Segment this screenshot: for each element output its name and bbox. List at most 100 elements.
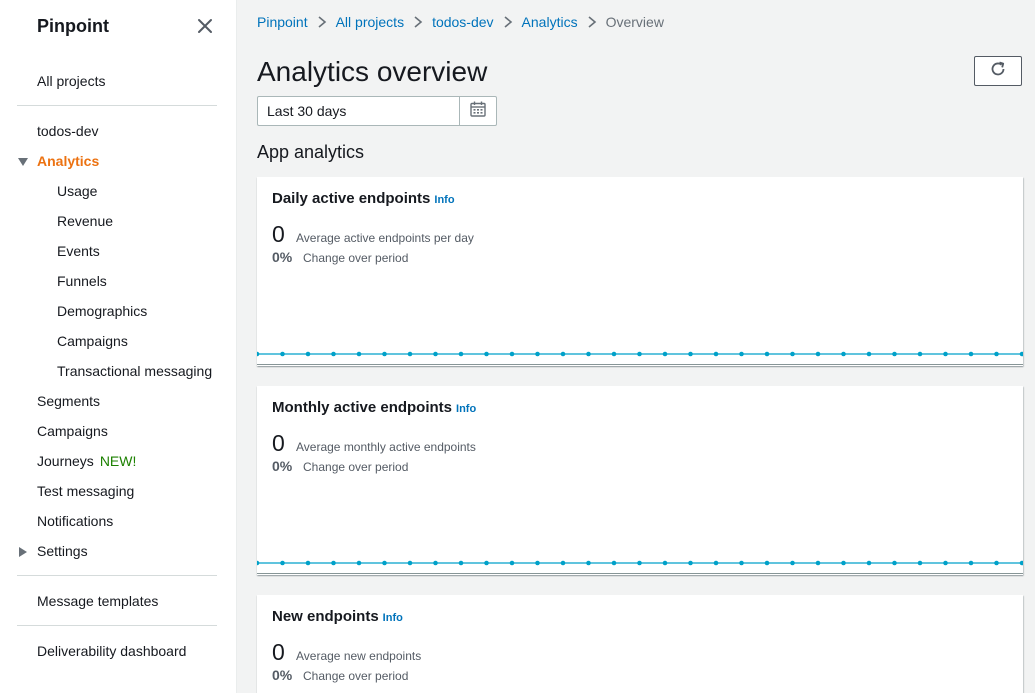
chart-point [280, 560, 285, 566]
chevron-right-icon [578, 12, 606, 32]
metric-value: 0 [272, 430, 285, 456]
chart-point [509, 560, 515, 566]
nav-segments[interactable]: Segments [37, 391, 100, 411]
chart-point [662, 560, 668, 566]
nav-funnels[interactable]: Funnels [57, 271, 107, 291]
nav-events[interactable]: Events [57, 241, 100, 261]
nav-revenue[interactable]: Revenue [57, 211, 113, 231]
chart-point [280, 351, 285, 357]
info-link[interactable]: Info [383, 612, 403, 624]
breadcrumb-overview: Overview [605, 14, 664, 30]
metric-change: 0% [272, 249, 293, 265]
nav-journeys[interactable]: Journeys NEW! [37, 451, 136, 471]
nav-notifications[interactable]: Notifications [37, 511, 113, 531]
nav-campaigns[interactable]: Campaigns [37, 421, 108, 441]
chart-point [637, 560, 642, 566]
info-link[interactable]: Info [434, 194, 454, 206]
nav-demographics[interactable]: Demographics [57, 301, 147, 321]
chart-point [662, 351, 668, 357]
nav-journeys-label: Journeys [37, 453, 94, 469]
sidebar-divider [17, 625, 217, 626]
breadcrumb-all-projects[interactable]: All projects [336, 14, 404, 30]
chart-point [305, 351, 311, 357]
chart-point [892, 560, 897, 566]
chart-point [892, 351, 897, 357]
nav-usage[interactable]: Usage [57, 181, 97, 201]
close-icon[interactable] [195, 16, 215, 36]
card-new-endpoints: New endpoints Info 0 Average new endpoint… [257, 595, 1023, 693]
daily-active-endpoints-chart [257, 351, 1023, 365]
caret-down-icon[interactable] [17, 155, 29, 167]
chart-point [815, 560, 821, 566]
chart-point [841, 560, 846, 566]
chart-point [484, 560, 489, 566]
chart-point [790, 351, 795, 357]
card-monthly-active-endpoints: Monthly active endpoints Info 0 Average m… [257, 386, 1023, 575]
chart-point [866, 351, 872, 357]
chevron-right-icon [404, 12, 432, 32]
breadcrumb-pinpoint[interactable]: Pinpoint [257, 14, 308, 30]
chart-point [713, 351, 719, 357]
page-title: Analytics overview [257, 56, 488, 87]
chart-point [994, 351, 999, 357]
breadcrumb-project[interactable]: todos-dev [432, 14, 493, 30]
chart-point [841, 351, 846, 357]
breadcrumb: Pinpoint All projects todos-dev Analytics Ov… [257, 12, 664, 32]
nav-transactional-messaging[interactable]: Transactional messaging [57, 361, 212, 381]
calendar-button[interactable] [459, 97, 496, 125]
chart-point [407, 351, 413, 357]
sidebar-header: Pinpoint [37, 16, 216, 38]
chart-point [764, 560, 770, 566]
nav-analytics[interactable]: Analytics [37, 151, 99, 171]
caret-right-icon[interactable] [17, 545, 29, 557]
date-range-input[interactable] [258, 97, 459, 125]
chart-point [458, 560, 464, 566]
main-content: Pinpoint All projects todos-dev Analytics Ov… [238, 0, 1035, 693]
metric-value-desc: Average new endpoints [296, 649, 422, 663]
chart-point [968, 351, 974, 357]
monthly-active-endpoints-chart [257, 560, 1023, 574]
chart-point [739, 351, 744, 357]
nav-test-messaging[interactable]: Test messaging [37, 481, 134, 501]
chart-point [764, 351, 770, 357]
nav-message-templates[interactable]: Message templates [37, 591, 158, 611]
chart-point [739, 560, 744, 566]
info-link[interactable]: Info [456, 403, 476, 415]
chart-point [637, 351, 642, 357]
metric-value-row: 0 Average new endpoints [272, 639, 421, 666]
metric-change-row: 0% Change over period [272, 458, 408, 474]
sidebar-title: Pinpoint [37, 16, 109, 36]
chevron-right-icon [494, 12, 522, 32]
nav-settings[interactable]: Settings [37, 541, 88, 561]
chart-point [611, 351, 617, 357]
sidebar-divider [17, 575, 217, 576]
calendar-icon [469, 100, 487, 123]
metric-value-row: 0 Average active endpoints per day [272, 221, 474, 248]
chart-point [331, 560, 336, 566]
refresh-button[interactable] [974, 56, 1022, 86]
chart-point [257, 351, 260, 357]
chart-point [257, 560, 260, 566]
chart-point [815, 351, 821, 357]
metric-change: 0% [272, 667, 293, 683]
nav-all-projects[interactable]: All projects [37, 71, 105, 91]
chart-point [535, 351, 540, 357]
breadcrumb-analytics[interactable]: Analytics [522, 14, 578, 30]
nav-analytics-campaigns[interactable]: Campaigns [57, 331, 128, 351]
chart-point [382, 560, 387, 566]
chart-point [331, 351, 336, 357]
metric-value-desc: Average monthly active endpoints [296, 440, 476, 454]
metric-change-desc: Change over period [303, 460, 409, 474]
chart-point [356, 560, 362, 566]
date-range-picker[interactable] [257, 96, 497, 126]
metric-value: 0 [272, 639, 285, 665]
chart-point [433, 560, 438, 566]
chart-point [1019, 560, 1023, 566]
chart-point [994, 560, 999, 566]
metric-change-row: 0% Change over period [272, 667, 408, 683]
chart-point [943, 560, 948, 566]
card-title-text: Daily active endpoints [272, 190, 431, 207]
nav-project[interactable]: todos-dev [37, 121, 98, 141]
card-title: New endpoints Info [272, 608, 403, 625]
nav-deliverability-dashboard[interactable]: Deliverability dashboard [37, 641, 186, 661]
